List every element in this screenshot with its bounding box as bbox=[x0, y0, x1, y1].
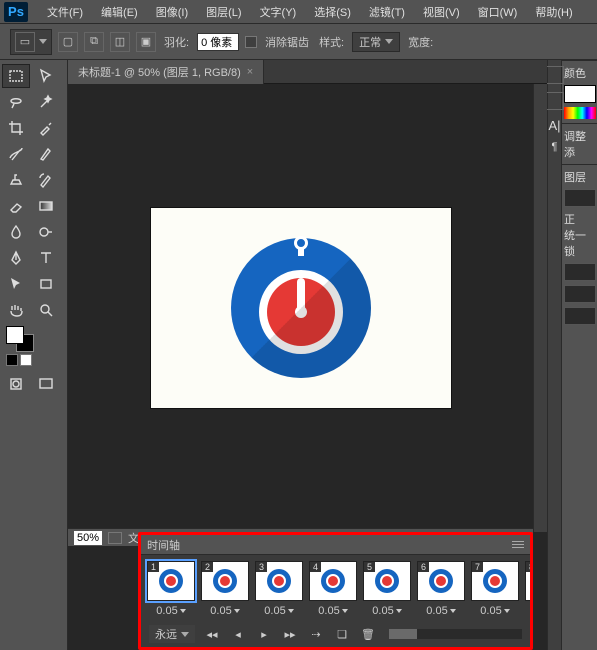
dodge-tool[interactable] bbox=[32, 220, 60, 244]
menu-item[interactable]: 图层(L) bbox=[197, 4, 250, 20]
quickmask-tool[interactable] bbox=[2, 372, 30, 396]
first-frame-button[interactable]: ◂◂ bbox=[203, 627, 221, 641]
timeline-frame[interactable]: 20.05 bbox=[201, 561, 249, 617]
timeline-frame[interactable]: 30.05 bbox=[255, 561, 303, 617]
add-selection-icon[interactable]: ⧉ bbox=[84, 32, 104, 52]
delete-frame-button[interactable]: 🗑 bbox=[359, 627, 377, 641]
eraser-tool[interactable] bbox=[2, 194, 30, 218]
document-tab[interactable]: 未标题-1 @ 50% (图层 1, RGB/8) × bbox=[68, 60, 264, 84]
feather-input[interactable]: 0 像素 bbox=[197, 33, 239, 51]
lasso-tool[interactable] bbox=[2, 90, 30, 114]
timeline-frame[interactable]: 70.05 bbox=[471, 561, 519, 617]
menu-item[interactable]: 滤镜(T) bbox=[360, 4, 414, 20]
menu-item[interactable]: 文件(F) bbox=[38, 4, 92, 20]
zoom-field[interactable]: 50% bbox=[74, 531, 102, 545]
style-select[interactable]: 正常 bbox=[352, 32, 400, 52]
tween-button[interactable]: ⇢ bbox=[307, 627, 325, 641]
panel-icon[interactable] bbox=[546, 66, 564, 84]
layer-thumb[interactable] bbox=[564, 189, 596, 207]
next-frame-button[interactable]: ▸▸ bbox=[281, 627, 299, 641]
healing-brush-tool[interactable] bbox=[2, 142, 30, 166]
menu-item[interactable]: 帮助(H) bbox=[526, 4, 581, 20]
timeline-frame[interactable]: 80.05 bbox=[525, 561, 530, 617]
timeline-frame[interactable]: 60.05 bbox=[417, 561, 465, 617]
timeline-panel: 时间轴 10.0520.0530.0540.0550.0560.0570.058… bbox=[138, 532, 533, 650]
menu-item[interactable]: 视图(V) bbox=[414, 4, 469, 20]
paragraph-panel-icon[interactable]: ¶ bbox=[552, 141, 558, 153]
document-area: 未标题-1 @ 50% (图层 1, RGB/8) × 50% 文档:740.6… bbox=[68, 60, 547, 650]
right-panels: A| ¶ 颜色 调整添 图层 正 统一 锁 bbox=[547, 60, 597, 650]
prev-frame-button[interactable]: ◂ bbox=[229, 627, 247, 641]
blur-tool[interactable] bbox=[2, 220, 30, 244]
move-tool[interactable] bbox=[32, 64, 60, 88]
document-tab-title: 未标题-1 @ 50% (图层 1, RGB/8) bbox=[78, 64, 241, 80]
timeline-title: 时间轴 bbox=[147, 537, 180, 553]
antialias-checkbox[interactable] bbox=[245, 36, 257, 48]
timeline-frame[interactable]: 50.05 bbox=[363, 561, 411, 617]
loop-select[interactable]: 永远 bbox=[149, 625, 195, 643]
layer-row[interactable] bbox=[564, 285, 596, 303]
pen-tool[interactable] bbox=[2, 246, 30, 270]
document-tab-bar: 未标题-1 @ 50% (图层 1, RGB/8) × bbox=[68, 60, 547, 84]
hand-tool[interactable] bbox=[2, 298, 30, 322]
subtract-selection-icon[interactable]: ◫ bbox=[110, 32, 130, 52]
close-icon[interactable]: × bbox=[247, 66, 253, 78]
type-panel-icon[interactable]: A| bbox=[548, 118, 560, 133]
eyedropper-tool[interactable] bbox=[32, 116, 60, 140]
menu-item[interactable]: 编辑(E) bbox=[92, 4, 147, 20]
timeline-scrollbar[interactable] bbox=[389, 629, 522, 639]
color-swatches[interactable] bbox=[6, 326, 34, 350]
style-label: 样式: bbox=[319, 34, 344, 50]
menu-item[interactable]: 文字(Y) bbox=[251, 4, 306, 20]
menu-item[interactable]: 图像(I) bbox=[147, 4, 197, 20]
color-ramp[interactable] bbox=[564, 107, 596, 119]
width-label: 宽度: bbox=[408, 34, 433, 50]
vertical-scrollbar[interactable] bbox=[533, 84, 547, 532]
layer-row[interactable] bbox=[564, 263, 596, 281]
adjust-tab[interactable]: 调整 bbox=[564, 128, 596, 144]
status-icon[interactable] bbox=[108, 532, 122, 544]
history-brush-tool[interactable] bbox=[32, 168, 60, 192]
path-selection-tool[interactable] bbox=[2, 272, 30, 296]
marquee-preset-icon[interactable]: ▭ bbox=[15, 32, 35, 52]
type-tool[interactable] bbox=[32, 246, 60, 270]
timeline-controls: 永远 ◂◂ ◂ ▸ ▸▸ ⇢ ❏ 🗑 bbox=[141, 623, 530, 645]
feather-label: 羽化: bbox=[164, 34, 189, 50]
layer-row[interactable] bbox=[564, 307, 596, 325]
crop-tool[interactable] bbox=[2, 116, 30, 140]
play-button[interactable]: ▸ bbox=[255, 627, 273, 641]
color-swatch[interactable] bbox=[564, 85, 596, 103]
timeline-frame[interactable]: 40.05 bbox=[309, 561, 357, 617]
color-tab[interactable]: 颜色 bbox=[564, 65, 596, 81]
options-bar: ▭ ▢ ⧉ ◫ ▣ 羽化: 0 像素 消除锯齿 样式: 正常 宽度: bbox=[0, 24, 597, 60]
layers-tab[interactable]: 图层 bbox=[564, 169, 596, 185]
menu-item[interactable]: 窗口(W) bbox=[469, 4, 527, 20]
magic-wand-tool[interactable] bbox=[32, 90, 60, 114]
toolbox bbox=[0, 60, 68, 650]
screenmode-tool[interactable] bbox=[32, 372, 60, 396]
stopwatch-artwork bbox=[231, 238, 371, 378]
clone-stamp-tool[interactable] bbox=[2, 168, 30, 192]
menu-item[interactable]: 选择(S) bbox=[305, 4, 360, 20]
duplicate-frame-button[interactable]: ❏ bbox=[333, 627, 351, 641]
app-logo: Ps bbox=[4, 2, 28, 22]
panel-menu-icon[interactable] bbox=[512, 541, 524, 548]
antialias-label: 消除锯齿 bbox=[265, 34, 309, 50]
marquee-tool[interactable] bbox=[2, 64, 30, 88]
brush-tool[interactable] bbox=[32, 142, 60, 166]
new-selection-icon[interactable]: ▢ bbox=[58, 32, 78, 52]
shape-tool[interactable] bbox=[32, 272, 60, 296]
timeline-frame[interactable]: 10.05 bbox=[147, 561, 195, 617]
intersect-selection-icon[interactable]: ▣ bbox=[136, 32, 156, 52]
zoom-tool[interactable] bbox=[32, 298, 60, 322]
menu-bar: Ps 文件(F)编辑(E)图像(I)图层(L)文字(Y)选择(S)滤镜(T)视图… bbox=[0, 0, 597, 24]
canvas[interactable] bbox=[151, 208, 451, 408]
panel-icon[interactable] bbox=[546, 92, 564, 110]
gradient-tool[interactable] bbox=[32, 194, 60, 218]
